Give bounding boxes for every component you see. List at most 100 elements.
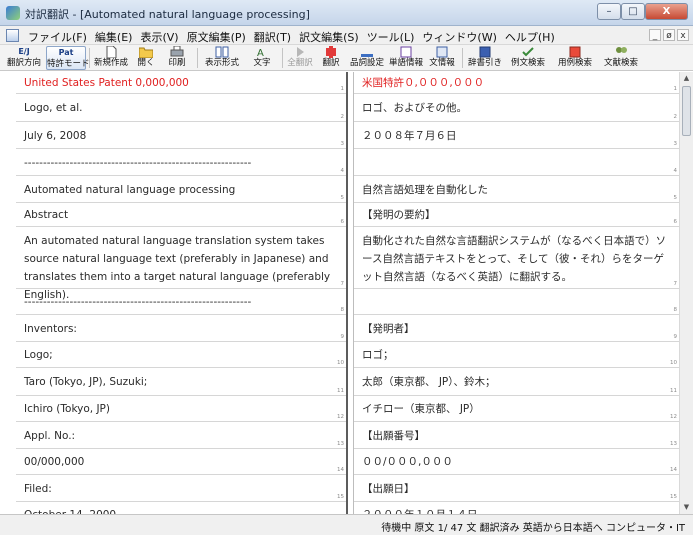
source-segment-text: Automated natural language processing xyxy=(24,183,236,196)
open-button[interactable]: 開く xyxy=(132,46,160,70)
printer-icon xyxy=(170,46,184,57)
source-segment-text: Taro (Tokyo, JP), Suzuki; xyxy=(24,376,148,388)
target-segment-text: ロゴ； xyxy=(362,349,394,361)
dict-lookup-button[interactable]: 辞書引き xyxy=(466,46,504,70)
scroll-thumb[interactable] xyxy=(682,86,691,136)
usage-search-button[interactable]: 用例検索 xyxy=(552,46,598,70)
source-segment-text: Logo, et al. xyxy=(24,102,83,114)
print-button[interactable]: 印刷 xyxy=(162,46,192,70)
source-segment-number: 6 xyxy=(340,219,345,225)
word-info-button[interactable]: 単語情報 xyxy=(388,46,424,70)
target-segment-text: ００/０００,０００ xyxy=(362,456,453,468)
source-segment-number: 8 xyxy=(340,307,345,313)
mdi-minimize-button[interactable]: _ xyxy=(649,29,661,41)
sentence-info-button[interactable]: 文情報 xyxy=(426,46,458,70)
pos-setting-button[interactable]: 品詞設定 xyxy=(348,46,386,70)
chars-label: 文字 xyxy=(253,58,271,68)
target-segment[interactable]: 【発明者】 9 xyxy=(354,315,679,342)
direction-button[interactable]: E/J 翻訳方向 xyxy=(4,46,44,70)
target-segment[interactable]: ロゴ、およびその他。 2 xyxy=(354,94,679,122)
translate-button[interactable]: 翻訳 xyxy=(318,46,344,70)
target-segment[interactable]: ロゴ； 10 xyxy=(354,342,679,368)
document-icon[interactable] xyxy=(6,29,19,42)
target-segment-number: 1 xyxy=(673,86,678,92)
target-segment-text: ２０００年１０月１４日 xyxy=(362,506,669,515)
new-document-icon xyxy=(106,46,117,58)
menu-window[interactable]: ウィンドウ(W) xyxy=(418,29,500,45)
menu-view[interactable]: 表示(V) xyxy=(136,29,182,45)
font-icon: A xyxy=(257,48,264,58)
close-button[interactable]: X xyxy=(645,3,688,20)
source-segment[interactable]: July 6, 2008 3 xyxy=(16,122,346,149)
doc-search-label: 文献検索 xyxy=(603,58,638,68)
target-segment[interactable]: 【出願日】 15 xyxy=(354,475,679,502)
menu-target-edit[interactable]: 訳文編集(S) xyxy=(295,29,363,45)
patent-mode-badge: Pat xyxy=(58,48,74,57)
target-pane[interactable]: 米国特許０,０００,０００ 1 ロゴ、およびその他。 2 ２００８年７月６日 3 4 自然言語… xyxy=(354,72,679,514)
menu-tools[interactable]: ツール(L) xyxy=(363,29,419,45)
source-segment-text: Filed: xyxy=(24,482,52,495)
source-segment[interactable]: Inventors: 9 xyxy=(16,315,346,342)
book-icon xyxy=(400,46,412,58)
target-segment-text: 【発明者】 xyxy=(362,322,415,335)
source-segment[interactable]: 00/000,000 14 xyxy=(16,449,346,475)
minimize-button[interactable]: – xyxy=(597,3,621,20)
source-segment[interactable]: An automated natural language translatio… xyxy=(16,227,346,301)
patent-mode-button[interactable]: Pat 特許モード xyxy=(46,46,90,70)
maximize-button[interactable]: □ xyxy=(621,3,645,20)
doc-search-button[interactable]: 文献検索 xyxy=(598,46,644,70)
target-segment[interactable]: ００/０００,０００ 14 xyxy=(354,449,679,475)
target-segment[interactable]: 4 xyxy=(354,149,679,176)
source-segment[interactable]: Filed: 15 xyxy=(16,475,346,502)
new-button[interactable]: 新規作成 xyxy=(92,46,130,70)
source-segment-number: 10 xyxy=(337,360,344,366)
source-segment-number: 3 xyxy=(340,141,345,147)
vertical-scrollbar[interactable]: ▲ ▼ xyxy=(679,72,693,514)
target-segment[interactable]: イチロー（東京都、 JP） 12 xyxy=(354,396,679,422)
source-segment[interactable]: October 14, 200016 xyxy=(16,502,346,515)
target-segment-text: 自然言語処理を自動化した xyxy=(362,183,488,196)
people-icon xyxy=(616,47,627,53)
menu-source-edit[interactable]: 原文編集(P) xyxy=(183,29,250,45)
mdi-close-button[interactable]: x xyxy=(677,29,689,41)
menu-translate[interactable]: 翻訳(T) xyxy=(250,29,295,45)
target-segment[interactable]: 【出願番号】 13 xyxy=(354,422,679,449)
source-segment[interactable]: Logo; 10 xyxy=(16,342,346,368)
scroll-down-arrow[interactable]: ▼ xyxy=(682,503,691,512)
scroll-up-arrow[interactable]: ▲ xyxy=(682,74,691,83)
mdi-restore-button[interactable]: ø xyxy=(663,29,675,41)
menu-file[interactable]: ファイル(F) xyxy=(24,29,91,45)
source-pane[interactable]: United States Patent 0,000,000 1 Logo, et … xyxy=(16,72,346,514)
source-segment[interactable]: Abstract 6 xyxy=(16,203,346,227)
pane-splitter[interactable] xyxy=(346,72,354,514)
target-segment[interactable]: 自動化された自然な言語翻訳システムが（なるべく日本語で）ソース自然言語テキストを… xyxy=(354,227,679,289)
source-segment[interactable]: ----------------------------------------… xyxy=(16,289,346,315)
target-segment[interactable]: 米国特許０,０００,０００ 1 xyxy=(354,72,679,94)
source-segment-number: 13 xyxy=(337,441,344,447)
source-segment[interactable]: ----------------------------------------… xyxy=(16,149,346,176)
menu-help[interactable]: ヘルプ(H) xyxy=(501,29,559,45)
new-label: 新規作成 xyxy=(93,58,128,68)
target-segment[interactable]: 8 xyxy=(354,289,679,315)
target-segment[interactable]: ２００８年７月６日 3 xyxy=(354,122,679,149)
source-segment[interactable]: Ichiro (Tokyo, JP) 12 xyxy=(16,396,346,422)
target-segment-number: 6 xyxy=(673,219,678,225)
view-format-button[interactable]: 表示形式 xyxy=(200,46,244,70)
source-segment[interactable]: Automated natural language processing 5 xyxy=(16,176,346,203)
toolbar-separator xyxy=(197,48,198,68)
source-segment[interactable]: United States Patent 0,000,000 1 xyxy=(16,72,346,94)
source-segment[interactable]: Appl. No.: 13 xyxy=(16,422,346,449)
source-segment[interactable]: Logo, et al. 2 xyxy=(16,94,346,122)
folder-icon xyxy=(139,47,153,58)
translate-all-button[interactable]: 全翻訳 xyxy=(286,46,314,70)
chars-button[interactable]: A 文字 xyxy=(248,46,276,70)
source-segment-number: 14 xyxy=(337,467,344,473)
menu-bar: ファイル(F) 編集(E) 表示(V) 原文編集(P) 翻訳(T) 訳文編集(S… xyxy=(0,26,693,45)
target-segment[interactable]: 自然言語処理を自動化した 5 xyxy=(354,176,679,203)
menu-edit[interactable]: 編集(E) xyxy=(91,29,137,45)
target-segment[interactable]: 【発明の要約】 6 xyxy=(354,203,679,227)
target-segment[interactable]: 太郎（東京都、 JP）、鈴木； 11 xyxy=(354,368,679,396)
target-segment[interactable]: ２０００年１０月１４日16 xyxy=(354,502,679,515)
source-segment[interactable]: Taro (Tokyo, JP), Suzuki; 11 xyxy=(16,368,346,396)
example-search-button[interactable]: 例文検索 xyxy=(506,46,550,70)
